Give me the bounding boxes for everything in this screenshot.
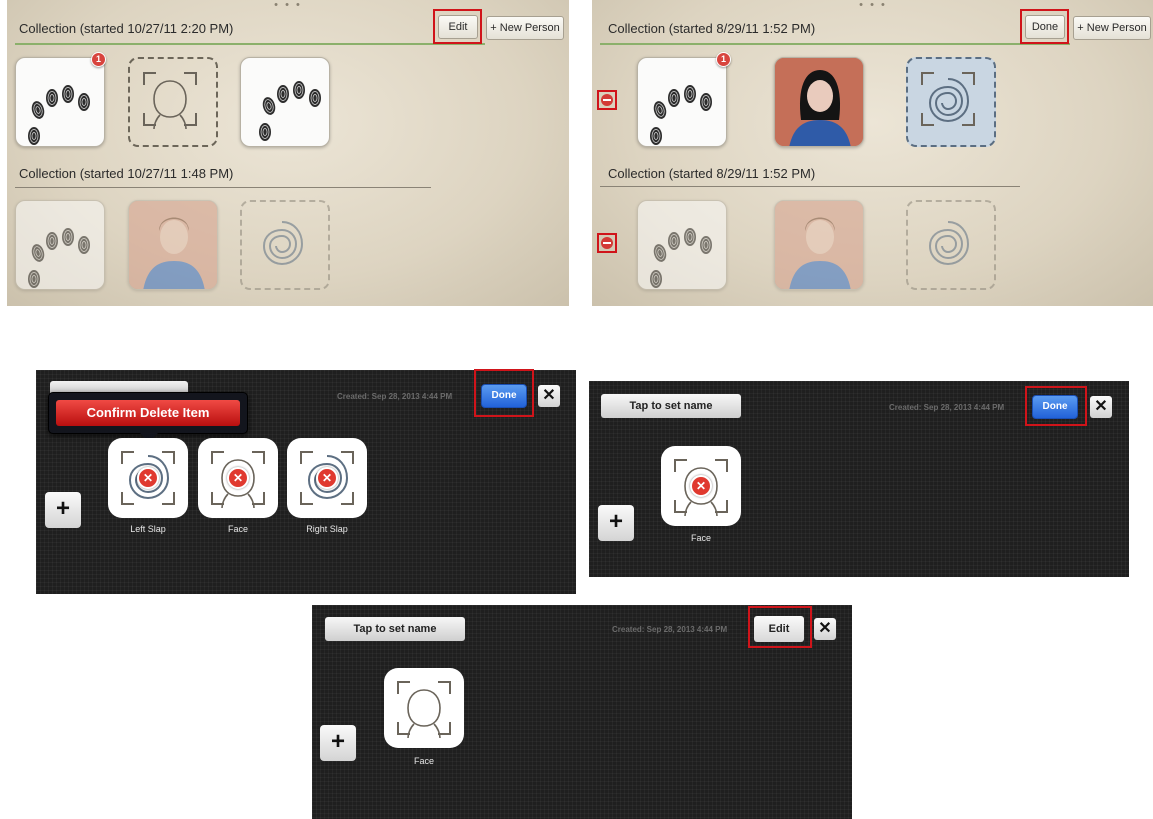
set-name-button[interactable]: Tap to set name [601,394,741,418]
collection-divider [600,43,1070,45]
delete-mark[interactable]: ✕ [137,467,159,489]
right-slap-tile[interactable] [240,57,330,147]
left-slap-tile[interactable] [15,57,105,147]
collections-screen-editing-on: • • • Collection (started 8/29/11 1:52 P… [592,0,1153,306]
delete-mark[interactable]: ✕ [690,475,712,497]
fingerprint-slap-icon [638,201,727,290]
close-button[interactable]: ✕ [1090,396,1112,418]
fingerprint-swirl-icon [921,72,975,126]
face-item[interactable] [384,668,464,748]
item-label: Face [413,756,434,766]
item-label: Face [227,524,248,534]
collection-title: Collection (started 10/27/11 1:48 PM) [19,166,234,181]
face-item[interactable]: ✕ [198,438,278,518]
notification-badge: 1 [91,52,106,67]
fingerprint-slap-icon [241,58,330,147]
face-photo [129,201,217,289]
delete-collection-button[interactable] [597,233,617,253]
set-name-button[interactable]: Tap to set name [325,617,465,641]
created-timestamp: Created: Sep 28, 2013 4:44 PM [337,392,453,401]
collection-title: Collection (started 8/29/11 1:52 PM) [608,21,816,36]
right-slap-item[interactable]: ✕ [287,438,367,518]
item-label: Right Slap [306,524,348,534]
face-photo [775,201,863,289]
notification-badge: 1 [716,52,731,67]
fingerprint-swirl-icon [263,221,303,265]
window-drag-dots: • • • [859,0,887,11]
highlight-box [433,9,482,44]
window-drag-dots: • • • [274,0,302,11]
close-button[interactable]: ✕ [814,618,836,640]
item-label: Face [690,533,711,543]
left-slap-tile[interactable] [637,57,727,147]
fingerprint-placeholder-tile[interactable] [240,200,330,290]
highlight-box [474,369,534,417]
left-slap-tile[interactable] [15,200,105,290]
delete-mark[interactable]: ✕ [227,467,249,489]
confirm-delete-button[interactable]: Confirm Delete Item [56,400,240,426]
face-photo [775,58,863,146]
left-slap-item[interactable]: ✕ [108,438,188,518]
left-slap-tile[interactable] [637,200,727,290]
collection-title: Collection (started 8/29/11 1:52 PM) [608,166,816,181]
item-label: Left Slap [130,524,166,534]
delete-mark[interactable]: ✕ [316,467,338,489]
face-item[interactable]: ✕ [661,446,741,526]
collection-title: Collection (started 10/27/11 2:20 PM) [19,21,234,36]
fingerprint-slap-icon [16,58,105,147]
created-timestamp: Created: Sep 28, 2013 4:44 PM [612,625,728,634]
created-timestamp: Created: Sep 28, 2013 4:44 PM [889,403,1005,412]
confirm-delete-popover: Confirm Delete Item [48,392,248,434]
face-placeholder-tile[interactable] [128,57,218,147]
delete-collection-button[interactable] [597,90,617,110]
add-item-button[interactable]: + [320,725,356,761]
add-item-button[interactable]: + [598,505,634,541]
face-icon [397,681,451,739]
highlight-box [1025,386,1087,426]
collection-divider [15,187,431,188]
collection-divider [15,43,485,45]
face-photo-tile[interactable] [774,57,864,147]
collections-screen-editing-off: • • • Collection (started 10/27/11 2:20 … [7,0,569,306]
fingerprint-swirl-icon [929,221,969,265]
face-photo-tile[interactable] [774,200,864,290]
fingerprint-placeholder-tile[interactable] [906,200,996,290]
new-person-button[interactable]: + New Person [1073,16,1151,40]
highlight-box [748,606,812,648]
close-button[interactable]: ✕ [538,385,560,407]
face-photo-tile[interactable] [128,200,218,290]
face-placeholder-icon [143,72,197,130]
fingerprint-placeholder-tile[interactable] [906,57,996,147]
fingerprint-slap-icon [638,58,727,147]
delete-minus-icon [601,94,613,106]
collection-divider [600,186,1020,187]
new-person-button[interactable]: + New Person [486,16,564,40]
fingerprint-slap-icon [16,201,105,290]
highlight-box [1020,9,1069,44]
delete-minus-icon [601,237,613,249]
add-item-button[interactable]: + [45,492,81,528]
